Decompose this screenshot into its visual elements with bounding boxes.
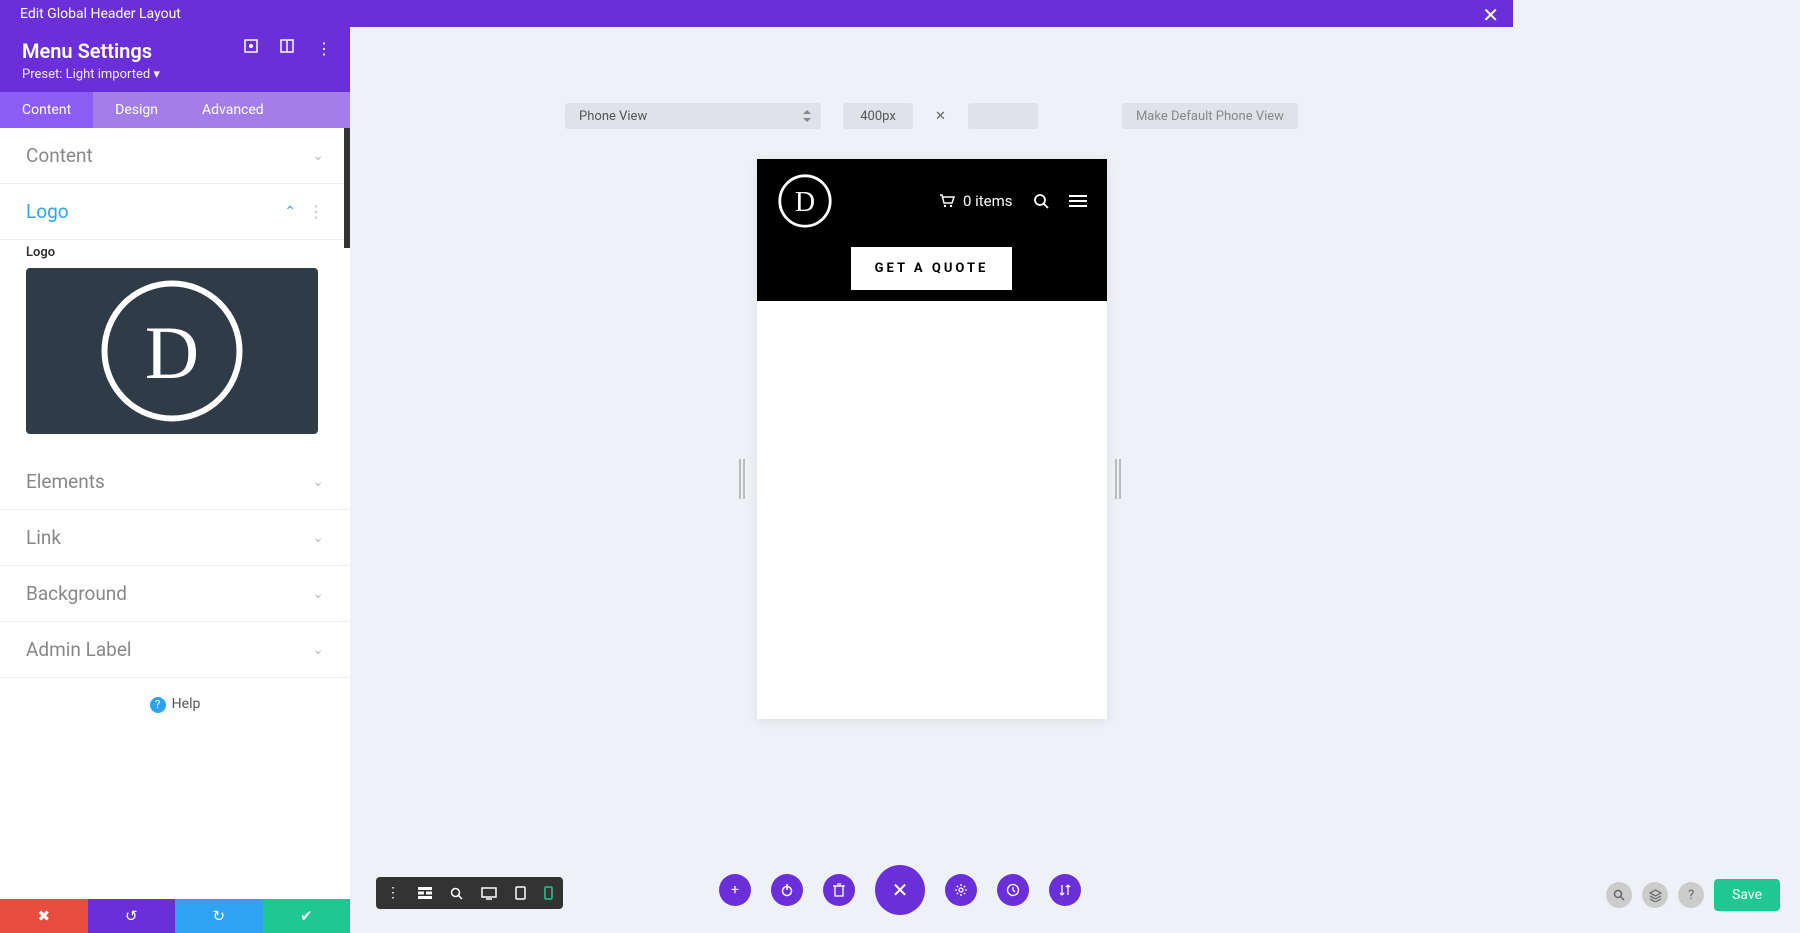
close-panel-button[interactable]: ✕	[875, 865, 925, 915]
tab-content[interactable]: Content	[0, 92, 93, 128]
main-area: Phone View 400px ✕ Make Default Phone Vi…	[350, 27, 1513, 933]
width-input[interactable]: 400px	[843, 103, 913, 129]
section-logo[interactable]: Logo ⌃ ⋮	[0, 184, 350, 240]
add-button[interactable]: +	[719, 874, 751, 906]
phone-icon[interactable]	[544, 886, 553, 900]
confirm-button[interactable]: ✔	[263, 899, 351, 933]
desktop-icon[interactable]	[481, 887, 497, 900]
cancel-button[interactable]: ✖	[0, 899, 88, 933]
preset-dropdown[interactable]: Preset: Light imported ▾	[22, 67, 328, 82]
chevron-down-icon: ⌄	[312, 642, 324, 658]
trash-button[interactable]	[823, 874, 855, 906]
cart-link[interactable]: 0 items	[939, 192, 1013, 210]
more-icon[interactable]: ⋮	[386, 885, 400, 901]
quote-button[interactable]: GET A QUOTE	[851, 247, 1013, 290]
logo-body: Logo D	[0, 240, 350, 454]
panel-body: Content ⌄ Logo ⌃ ⋮ Logo D Elements ⌄ Lin…	[0, 128, 350, 899]
preview-logo[interactable]: D	[777, 173, 833, 229]
chevron-up-icon: ⌃	[284, 204, 296, 220]
section-background[interactable]: Background ⌄	[0, 566, 350, 622]
history-button[interactable]	[997, 874, 1029, 906]
hamburger-icon[interactable]	[1069, 194, 1087, 208]
toolbar-left: ⋮	[376, 877, 563, 909]
view-select[interactable]: Phone View	[565, 103, 821, 129]
settings-button[interactable]	[945, 874, 977, 906]
chevron-down-icon: ⌄	[312, 586, 324, 602]
chevron-down-icon: ⌄	[312, 530, 324, 546]
logo-preview[interactable]: D	[26, 268, 318, 434]
more-icon[interactable]: ⋮	[316, 39, 332, 58]
zoom-icon[interactable]	[450, 887, 463, 900]
power-button[interactable]	[771, 874, 803, 906]
dimension-x: ✕	[935, 109, 946, 124]
tablet-icon[interactable]	[515, 886, 526, 900]
viewport-icon[interactable]	[244, 39, 258, 58]
svg-text:D: D	[145, 312, 199, 395]
viewbar: Phone View 400px ✕ Make Default Phone Vi…	[350, 27, 1513, 149]
sidebar: Menu Settings Preset: Light imported ▾ ⋮…	[0, 27, 350, 933]
wireframe-icon[interactable]	[418, 887, 432, 899]
help-button[interactable]: ?	[1678, 882, 1704, 908]
logo-label: Logo	[26, 245, 324, 260]
resize-handle-right[interactable]	[1115, 459, 1125, 499]
columns-icon[interactable]	[280, 39, 294, 58]
make-default-button[interactable]: Make Default Phone View	[1122, 103, 1298, 129]
close-icon[interactable]: ✕	[1482, 3, 1499, 27]
redo-button[interactable]: ↻	[175, 899, 263, 933]
chevron-down-icon: ⌄	[312, 474, 324, 490]
section-admin-label[interactable]: Admin Label ⌄	[0, 622, 350, 678]
tabs: Content Design Advanced	[0, 92, 350, 128]
resize-handle-left[interactable]	[739, 459, 749, 499]
undo-button[interactable]: ↺	[88, 899, 176, 933]
tab-advanced[interactable]: Advanced	[180, 92, 286, 128]
find-button[interactable]	[1606, 882, 1632, 908]
topbar: Edit Global Header Layout ✕	[0, 0, 1513, 27]
help-icon: ?	[150, 697, 166, 713]
chevron-down-icon: ⌄	[312, 148, 324, 164]
preview-header: D 0 items GET A QUOTE	[757, 159, 1107, 301]
more-icon[interactable]: ⋮	[308, 202, 324, 221]
toolbar-right: ? Save	[1606, 879, 1780, 911]
sidebar-header: Menu Settings Preset: Light imported ▾ ⋮	[0, 27, 350, 92]
section-link[interactable]: Link ⌄	[0, 510, 350, 566]
phone-preview: D 0 items GET A QUOTE	[757, 159, 1107, 719]
tab-design[interactable]: Design	[93, 92, 180, 128]
svg-text:D: D	[794, 187, 814, 218]
toolbar-center: + ✕	[719, 865, 1081, 915]
section-content[interactable]: Content ⌄	[0, 128, 350, 184]
save-button[interactable]: Save	[1714, 879, 1780, 911]
sidebar-footer: ✖ ↺ ↻ ✔	[0, 899, 350, 933]
topbar-title: Edit Global Header Layout	[20, 6, 181, 22]
height-input[interactable]	[968, 103, 1038, 129]
search-icon[interactable]	[1033, 193, 1049, 209]
sort-button[interactable]	[1049, 874, 1081, 906]
section-elements[interactable]: Elements ⌄	[0, 454, 350, 510]
layers-button[interactable]	[1642, 882, 1668, 908]
help-link[interactable]: ?Help	[0, 678, 350, 741]
